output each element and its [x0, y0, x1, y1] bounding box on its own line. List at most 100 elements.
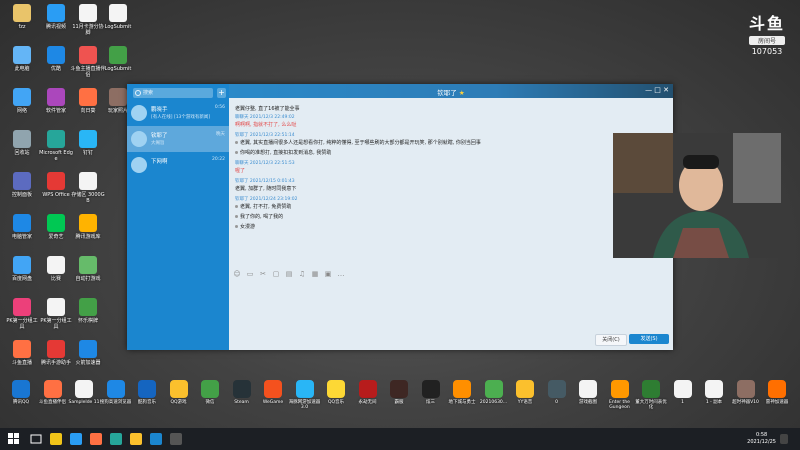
send-button[interactable]: 发送(S)	[629, 334, 669, 344]
app-icon	[421, 380, 440, 398]
music-icon[interactable]: ♫	[298, 270, 306, 278]
scissors-icon[interactable]: ✂	[259, 270, 267, 278]
system-clock[interactable]: 0:58 2021/12/25	[747, 432, 776, 446]
app-icon	[232, 380, 251, 398]
app-icon	[43, 380, 62, 398]
app-icon[interactable]	[170, 433, 182, 445]
more-icon[interactable]: …	[337, 270, 345, 278]
desktop-icon[interactable]: 董大万时间表优化	[634, 380, 668, 410]
desktop-icon-label: 20210630...	[479, 400, 508, 405]
desktop-icon[interactable]: 永劫无间	[351, 380, 385, 405]
desktop-icon[interactable]: 腾讯视频	[38, 4, 74, 30]
desktop-icon[interactable]: 优酷	[38, 46, 74, 72]
desktop-icon[interactable]: Microsoft Edge	[38, 130, 74, 162]
desktop-icon-label: WPS Office	[42, 192, 70, 198]
desktop-icon[interactable]: 海豚网游加速器3.0	[288, 380, 322, 410]
desktop-icon[interactable]: 比赛	[38, 256, 74, 282]
message-list: 老翼仔整, 直了16被了能全事 聊聊天 2021/12/3 22:49:02 啊啊啊…	[235, 100, 535, 270]
desktop-icon[interactable]: WPS Office	[38, 172, 74, 198]
desktop-icon[interactable]: 超时神器V10	[729, 380, 763, 405]
desktop-icon[interactable]: 控制面板	[4, 172, 40, 198]
image-icon[interactable]: ▦	[311, 270, 319, 278]
contact-preview: [有人在线] [13个游戏有新闻]	[151, 115, 211, 120]
desktop-icon-label: 软件管家	[45, 108, 66, 114]
add-button[interactable]: +	[217, 88, 226, 98]
desktop-icon[interactable]: 炫三	[414, 380, 448, 405]
desktop-icon[interactable]: 地下城与勇士	[445, 380, 479, 405]
app-icon[interactable]	[90, 433, 102, 445]
desktop-icon[interactable]: Steam	[225, 380, 259, 405]
notification-icon[interactable]	[780, 434, 788, 444]
desktop-icon-label: 控制面板	[11, 192, 32, 198]
desktop-icon[interactable]: 游戏截图	[571, 380, 605, 405]
desktop-icon[interactable]: 回收站	[4, 130, 40, 156]
desktop-icon[interactable]: 存储区 3000GB	[70, 172, 106, 204]
desktop-icon-label: 1	[681, 400, 684, 405]
desktop-icon[interactable]: LogSubmit	[100, 4, 136, 30]
browser-icon[interactable]	[70, 433, 82, 445]
file-explorer-icon[interactable]	[50, 433, 62, 445]
app-icon	[169, 380, 188, 398]
gift-icon[interactable]: ▣	[324, 270, 332, 278]
desktop-icon[interactable]: 1 - 副本	[697, 380, 731, 405]
windows-icon[interactable]	[8, 433, 20, 445]
desktop-icon[interactable]: 20210630...	[477, 380, 511, 405]
message-row: 老翼, 加群了, 随时同我意下	[235, 186, 296, 192]
contact-item[interactable]: 下网啊 20:22	[127, 152, 229, 178]
folder-icon[interactable]: ▢	[272, 270, 280, 278]
desktop-icon[interactable]: YY语音	[508, 380, 542, 405]
desktop-icon[interactable]: 腾讯QQ	[4, 380, 38, 405]
desktop-icon[interactable]: 搜狗高速浏览器	[99, 380, 133, 405]
desktop-icon[interactable]: 腾讯游戏库	[70, 214, 106, 240]
desktop-icon[interactable]: 0	[540, 380, 574, 405]
desktop-icon[interactable]: PK第一分组工具	[38, 298, 74, 330]
desktop-icon[interactable]: WeGame	[256, 380, 290, 405]
desktop-icon[interactable]: 酷狗音乐	[130, 380, 164, 405]
contact-item[interactable]: 鹏晓手 [有人在线] [13个游戏有新闻] 0:56	[127, 100, 229, 126]
app-icon[interactable]	[130, 433, 142, 445]
desktop-icon-label: 斗鱼直播	[11, 360, 32, 366]
desktop-icon[interactable]: 此电脑	[4, 46, 40, 72]
message-input[interactable]	[233, 282, 669, 328]
desktop-icon[interactable]: 霸服	[382, 380, 416, 405]
app-icon	[47, 88, 65, 106]
desktop-icon[interactable]: 自动打游戏	[70, 256, 106, 282]
desktop-icon[interactable]: 斗鱼直播伴侣	[36, 380, 70, 405]
desktop-icon[interactable]: 怀乐棋牌	[70, 298, 106, 324]
desktop-icon[interactable]: 微信	[193, 380, 227, 405]
qq-icon[interactable]	[150, 433, 162, 445]
app-icon[interactable]	[110, 433, 122, 445]
desktop-icon[interactable]: 斗鱼直播	[4, 340, 40, 366]
close-button[interactable]: 关闭(C)	[595, 334, 627, 346]
desktop-icon[interactable]: QQ音乐	[319, 380, 353, 405]
desktop-icon[interactable]: Enter the Gungeon	[603, 380, 637, 410]
contact-item[interactable]: 钦耶了 大阁旨 晚天	[127, 126, 229, 152]
desktop-icon[interactable]: 火箭加速器	[70, 340, 106, 366]
screenshot-icon[interactable]: ▭	[246, 270, 254, 278]
desktop-icon[interactable]: 百度网盘	[4, 256, 40, 282]
desktop-icon[interactable]: 网络	[4, 88, 40, 114]
desktop-icon[interactable]: fzz	[4, 4, 40, 30]
window-controls[interactable]: — □ ✕	[645, 86, 669, 94]
app-icon	[547, 380, 566, 398]
desktop-icon[interactable]: LogSubmit	[100, 46, 136, 72]
search-input[interactable]: 搜索	[133, 88, 213, 98]
desktop-icon[interactable]: 钉钉	[70, 130, 106, 156]
emoji-icon[interactable]: ☺	[233, 270, 241, 278]
contact-name: 鹏晓手	[151, 107, 168, 113]
desktop-icon[interactable]: PK第一分组工具	[4, 298, 40, 330]
task-view-icon[interactable]	[30, 433, 42, 445]
desktop-icon[interactable]: 电脑管家	[4, 214, 40, 240]
desktop-icon[interactable]: 1	[666, 380, 700, 405]
desktop-icon[interactable]: SampleIde 11	[67, 380, 101, 405]
app-icon	[75, 380, 93, 398]
desktop-icon[interactable]: QQ游戏	[162, 380, 196, 405]
desktop-icon-label: 地下城与勇士	[448, 400, 476, 405]
file-icon[interactable]: ▤	[285, 270, 293, 278]
desktop-icon[interactable]: 爱奇艺	[38, 214, 74, 240]
desktop-icon-label: 1 - 副本	[705, 400, 723, 405]
desktop-icon[interactable]: 腾讯手游助手	[38, 340, 74, 366]
app-icon	[768, 380, 786, 398]
desktop-icon[interactable]: 雷神加速器	[760, 380, 794, 405]
desktop-icon[interactable]: 软件管家	[38, 88, 74, 114]
